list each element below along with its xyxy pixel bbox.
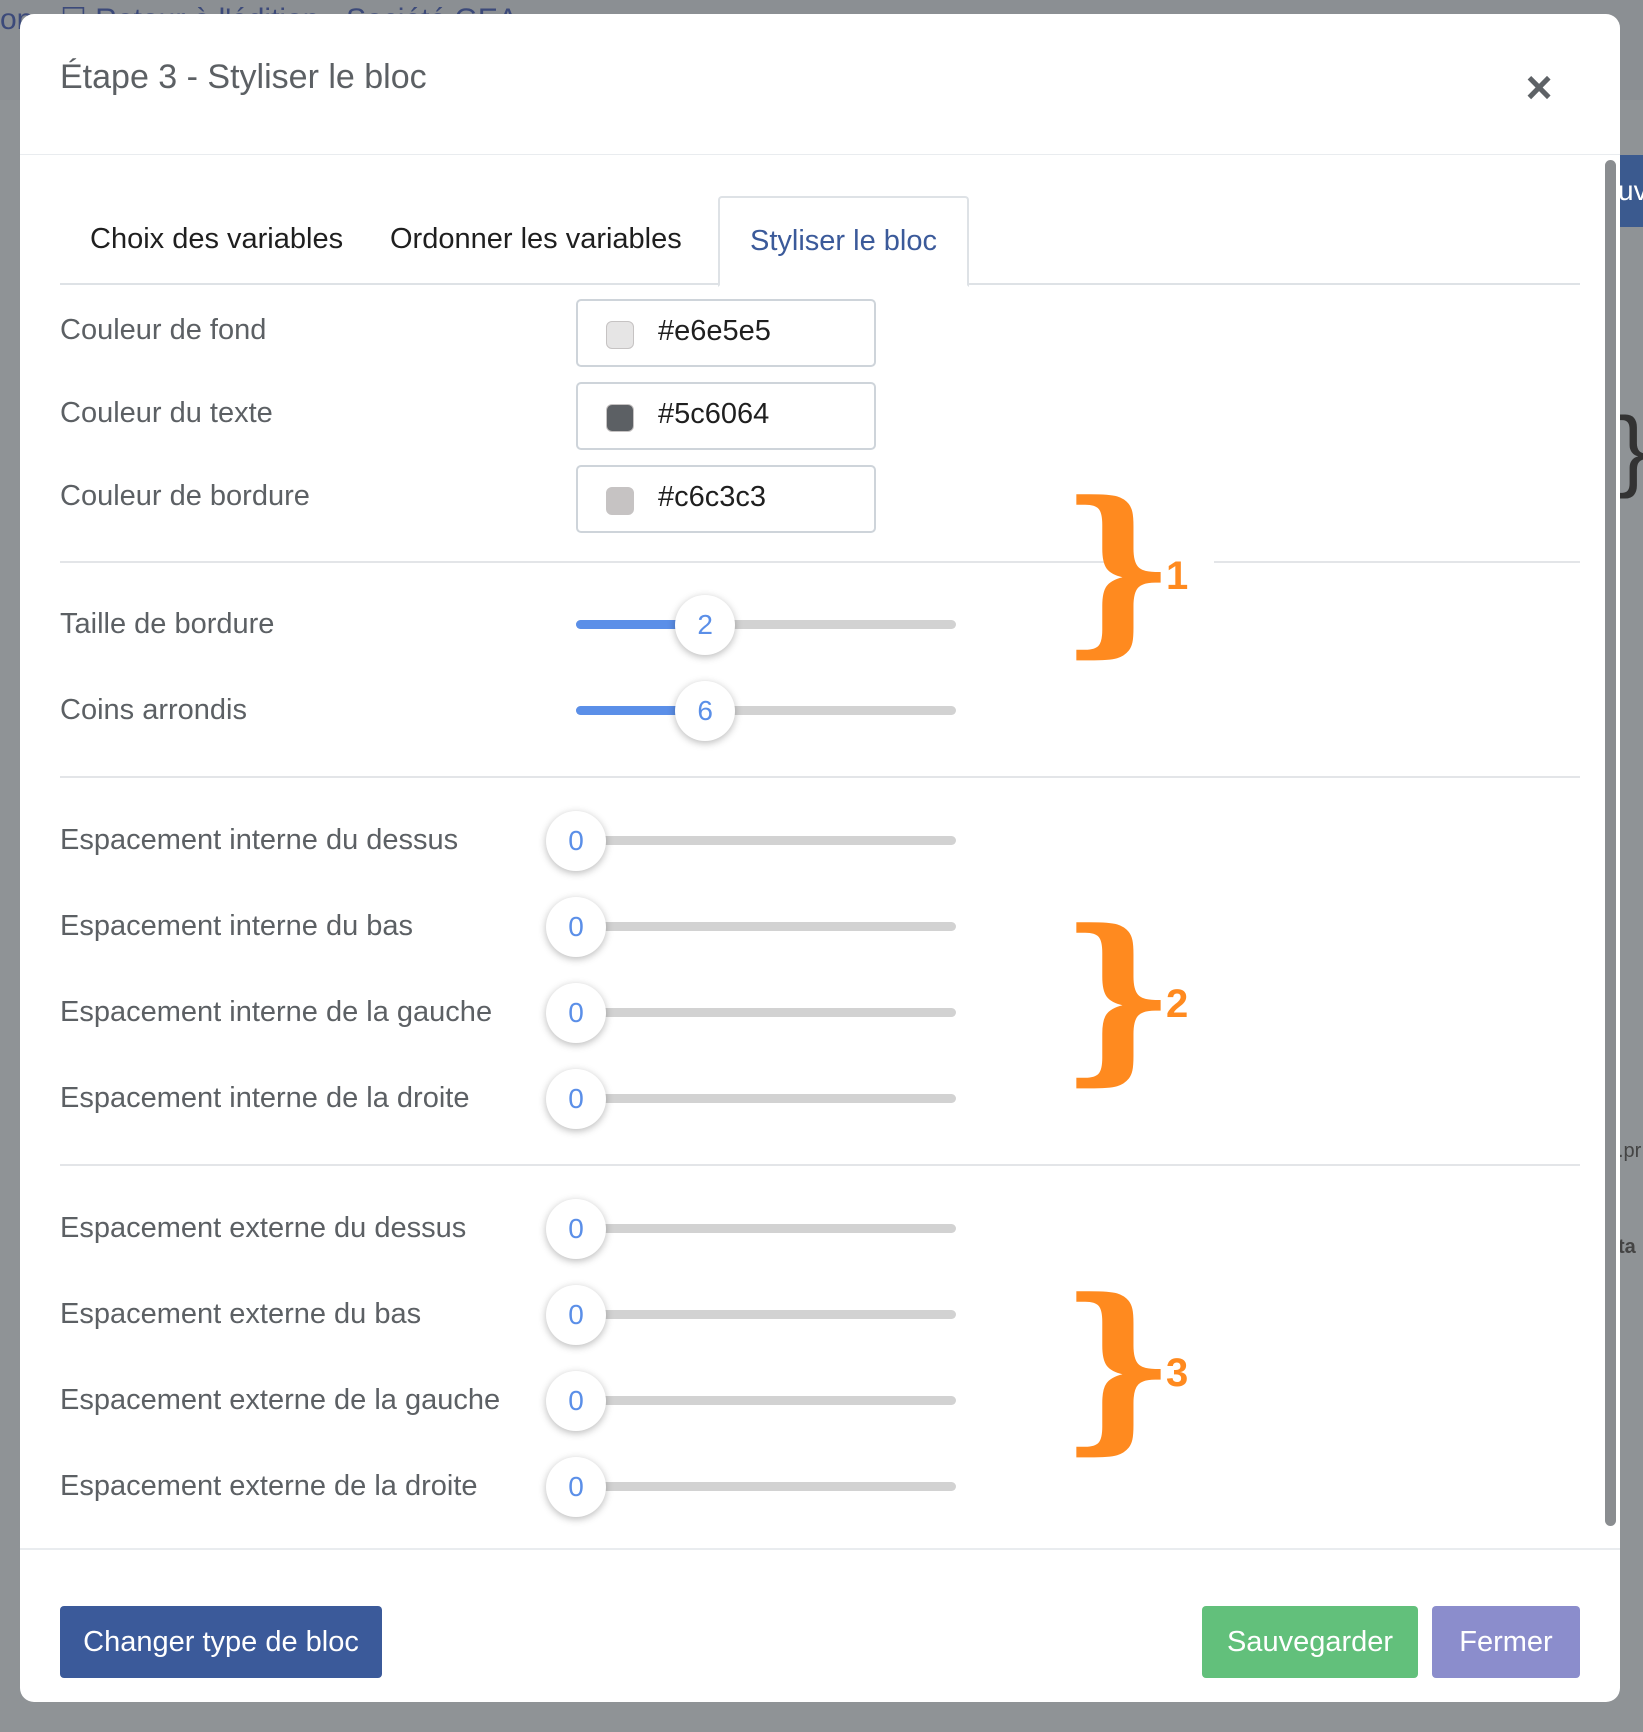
tab-ordonner-les-variables[interactable]: Ordonner les variables — [360, 196, 712, 285]
slider-track[interactable] — [576, 1008, 956, 1017]
modal-header: Étape 3 - Styliser le bloc × — [20, 14, 1620, 155]
slider-thumb[interactable]: 2 — [675, 595, 736, 655]
color-value: #e6e5e5 — [658, 315, 771, 347]
tab-bar: Choix des variables Ordonner les variabl… — [60, 196, 1580, 287]
annotation-number-1: 1 — [1166, 554, 1189, 598]
change-block-type-button[interactable]: Changer type de bloc — [60, 1606, 382, 1678]
slider-label-padding-top: Espacement interne du dessus — [60, 824, 459, 856]
tab-choix-des-variables[interactable]: Choix des variables — [60, 196, 373, 285]
divider — [60, 1164, 1580, 1166]
slider-track[interactable] — [576, 836, 956, 845]
modal-title: Étape 3 - Styliser le bloc — [60, 58, 427, 96]
tab-styliser-le-bloc[interactable]: Styliser le bloc — [718, 196, 969, 287]
color-label-background: Couleur de fond — [60, 314, 267, 346]
slider-label-padding-right: Espacement interne de la droite — [60, 1082, 470, 1114]
slider-label-margin-top: Espacement externe du dessus — [60, 1212, 467, 1244]
annotation-brace-3: } — [1060, 1260, 1176, 1471]
color-swatch[interactable] — [606, 404, 634, 432]
color-swatch[interactable] — [606, 321, 634, 349]
color-value: #c6c3c3 — [658, 481, 767, 513]
padding-right-slider[interactable]: 0 — [546, 1064, 956, 1134]
slider-thumb[interactable]: 0 — [546, 1457, 606, 1517]
modal-footer: Changer type de bloc Sauvegarder Fermer — [20, 1548, 1620, 1702]
slider-track[interactable] — [576, 922, 956, 931]
margin-left-slider[interactable]: 0 — [546, 1366, 956, 1436]
background-text-fragment: .pr — [1618, 1140, 1642, 1162]
save-button[interactable]: Sauvegarder — [1202, 1606, 1418, 1678]
slider-thumb[interactable]: 6 — [675, 681, 736, 741]
slider-track[interactable] — [576, 1094, 956, 1103]
divider — [60, 561, 1116, 563]
text-color-input[interactable]: #5c6064 — [576, 382, 876, 450]
background-text-fragment: ta — [1618, 1236, 1636, 1258]
padding-left-slider[interactable]: 0 — [546, 978, 956, 1048]
slider-thumb[interactable]: 0 — [546, 897, 606, 957]
background-color-input[interactable]: #e6e5e5 — [576, 299, 876, 367]
border-radius-slider[interactable]: 6 — [576, 676, 956, 746]
margin-bottom-slider[interactable]: 0 — [546, 1280, 956, 1350]
divider — [1214, 561, 1580, 563]
slider-thumb[interactable]: 0 — [546, 983, 606, 1043]
slider-label-border-radius: Coins arrondis — [60, 694, 247, 726]
padding-top-slider[interactable]: 0 — [546, 806, 956, 876]
slider-thumb[interactable]: 0 — [546, 811, 606, 871]
divider — [60, 776, 1580, 778]
style-block-modal: Étape 3 - Styliser le bloc × Choix des v… — [20, 14, 1620, 1702]
padding-bottom-slider[interactable]: 0 — [546, 892, 956, 962]
slider-label-border-size: Taille de bordure — [60, 608, 275, 640]
annotation-number-3: 3 — [1166, 1351, 1189, 1395]
slider-thumb[interactable]: 0 — [546, 1285, 606, 1345]
color-swatch[interactable] — [606, 487, 634, 515]
margin-top-slider[interactable]: 0 — [546, 1194, 956, 1264]
slider-thumb[interactable]: 0 — [546, 1199, 606, 1259]
slider-track[interactable] — [576, 1224, 956, 1233]
slider-label-padding-left: Espacement interne de la gauche — [60, 996, 493, 1028]
slider-track[interactable] — [576, 1396, 956, 1405]
annotation-number-2: 2 — [1166, 982, 1189, 1026]
border-color-input[interactable]: #c6c3c3 — [576, 465, 876, 533]
border-size-slider[interactable]: 2 — [576, 590, 956, 660]
close-icon[interactable]: × — [1516, 64, 1562, 110]
scrollbar[interactable] — [1605, 160, 1616, 1526]
slider-thumb[interactable]: 0 — [546, 1069, 606, 1129]
annotation-brace-1: } — [1060, 463, 1176, 674]
slider-label-margin-left: Espacement externe de la gauche — [60, 1384, 501, 1416]
color-label-border: Couleur de bordure — [60, 480, 310, 512]
slider-label-margin-bottom: Espacement externe du bas — [60, 1298, 422, 1330]
close-button[interactable]: Fermer — [1432, 1606, 1580, 1678]
color-label-text: Couleur du texte — [60, 397, 273, 429]
background-brace: } — [1618, 405, 1643, 495]
slider-label-padding-bottom: Espacement interne du bas — [60, 910, 414, 942]
margin-right-slider[interactable]: 0 — [546, 1452, 956, 1522]
slider-track[interactable] — [576, 1310, 956, 1319]
color-value: #5c6064 — [658, 398, 770, 430]
slider-thumb[interactable]: 0 — [546, 1371, 606, 1431]
slider-track[interactable] — [576, 1482, 956, 1491]
annotation-brace-2: } — [1060, 891, 1176, 1102]
slider-label-margin-right: Espacement externe de la droite — [60, 1470, 478, 1502]
